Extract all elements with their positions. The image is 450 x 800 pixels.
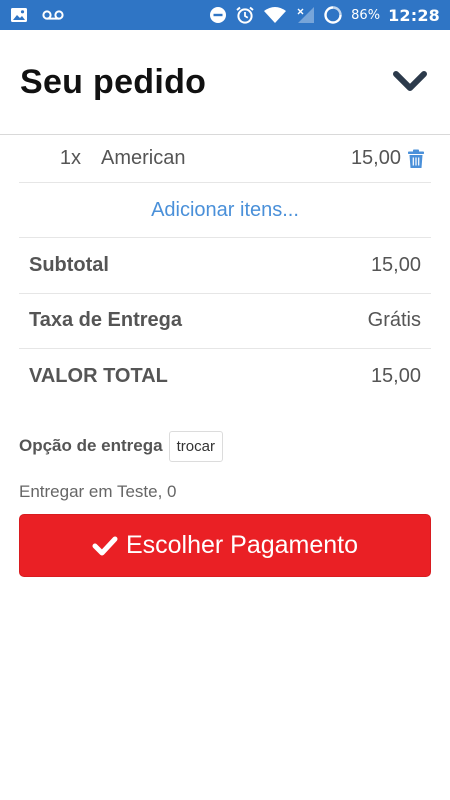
- total-value: 15,00: [370, 365, 421, 388]
- alarm-icon: [235, 5, 255, 25]
- add-items-link[interactable]: Adicionar itens...: [151, 199, 299, 222]
- chevron-down-icon[interactable]: [393, 71, 427, 93]
- item-quantity: 1x: [59, 147, 81, 169]
- item-name: American: [101, 147, 186, 169]
- battery-percentage: 86%: [351, 7, 381, 23]
- total-row: VALOR TOTAL 15,00: [19, 349, 431, 405]
- signal-icon: [295, 6, 315, 24]
- delivery-fee-label: Taxa de Entrega: [29, 309, 183, 332]
- change-delivery-button[interactable]: trocar: [168, 430, 223, 462]
- item-price: 15,00: [350, 147, 401, 169]
- clock: 12:28: [388, 5, 440, 25]
- subtotal-value: 15,00: [370, 253, 421, 276]
- choose-payment-label: Escolher Pagamento: [125, 531, 359, 559]
- delivery-section: Opção de entrega trocar Entregar em Test…: [19, 430, 431, 502]
- collapse-button[interactable]: [390, 62, 430, 102]
- image-icon: [10, 7, 28, 23]
- do-not-disturb-icon: [209, 6, 227, 24]
- order-content: 1x American 15,00 Adicionar itens... Sub…: [19, 135, 431, 405]
- choose-payment-button[interactable]: Escolher Pagamento: [19, 514, 431, 577]
- battery-icon: [323, 5, 343, 25]
- delivery-option-label: Opção de entrega: [19, 436, 163, 455]
- check-icon: [92, 535, 118, 557]
- order-item-row: 1x American 15,00: [19, 135, 431, 183]
- remove-item-button[interactable]: [401, 149, 431, 169]
- voicemail-icon: [42, 9, 64, 21]
- wifi-icon: [263, 6, 287, 24]
- delivery-fee-row: Taxa de Entrega Grátis: [19, 294, 431, 349]
- delivery-address: Entregar em Teste, 0: [19, 482, 177, 501]
- total-label: VALOR TOTAL: [29, 365, 168, 388]
- page-title: Seu pedido: [20, 62, 207, 101]
- trash-icon[interactable]: [407, 149, 425, 169]
- status-bar: 86% 12:28: [0, 0, 450, 30]
- add-items-row: Adicionar itens...: [19, 183, 431, 238]
- order-header: Seu pedido: [0, 30, 450, 135]
- delivery-fee-value: Grátis: [367, 309, 421, 332]
- subtotal-row: Subtotal 15,00: [19, 238, 431, 294]
- subtotal-label: Subtotal: [29, 253, 109, 276]
